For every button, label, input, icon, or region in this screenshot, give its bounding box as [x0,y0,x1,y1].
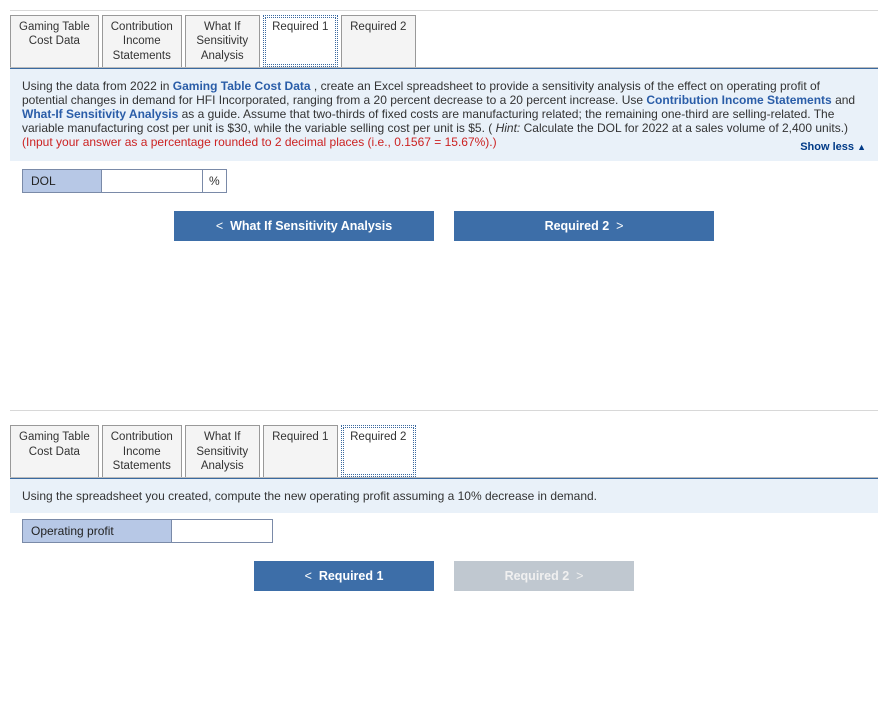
answer-input-wrap [102,169,203,193]
tab-required-1[interactable]: Required 1 [263,425,338,477]
hint-text: Calculate the DOL for 2022 at a sales vo… [524,121,848,135]
next-button-label: Required 2 [505,569,570,583]
next-button-label: Required 2 [545,219,610,233]
unit-percent: % [203,169,227,193]
tab-what-if-sensitivity-analysis[interactable]: What IfSensitivityAnalysis [185,15,260,67]
instruction-text: Using the data from 2022 in [22,79,173,93]
operating-profit-input[interactable] [172,520,272,542]
tab-gaming-table-cost-data[interactable]: Gaming TableCost Data [10,15,99,67]
input-format-note: (Input your answer as a percentage round… [22,135,497,149]
link-gaming-table-cost-data[interactable]: Gaming Table Cost Data [173,79,311,93]
tab-bar: Gaming TableCost Data ContributionIncome… [10,421,878,478]
tab-required-1[interactable]: Required 1 [263,15,338,67]
link-what-if-sensitivity-analysis[interactable]: What-If Sensitivity Analysis [22,107,178,121]
section-divider [10,271,878,411]
chevron-left-icon: < [305,569,312,583]
link-contribution-income-statements[interactable]: Contribution Income Statements [646,93,831,107]
instruction-text: Using the spreadsheet you created, compu… [22,489,597,503]
tab-what-if-sensitivity-analysis[interactable]: What IfSensitivityAnalysis [185,425,260,477]
prev-button-label: Required 1 [319,569,384,583]
next-button: Required 2 > [454,561,634,591]
chevron-up-icon: ▲ [857,142,866,152]
question-section-2: Gaming TableCost Data ContributionIncome… [10,421,878,591]
tab-contribution-income-statements[interactable]: ContributionIncomeStatements [102,15,182,67]
instructions-panel: Using the spreadsheet you created, compu… [10,478,878,513]
tab-required-2[interactable]: Required 2 [341,15,416,67]
dol-input[interactable] [102,170,202,192]
chevron-right-icon: > [616,219,623,233]
answer-row-operating-profit: Operating profit [22,519,866,543]
answer-input-wrap [172,519,273,543]
instruction-text: and [835,93,855,107]
chevron-left-icon: < [216,219,223,233]
tab-bar: Gaming TableCost Data ContributionIncome… [10,11,878,68]
prev-button[interactable]: < What If Sensitivity Analysis [174,211,434,241]
answer-label-dol: DOL [22,169,102,193]
tab-required-2[interactable]: Required 2 [341,425,416,477]
nav-buttons: < What If Sensitivity Analysis Required … [10,211,878,241]
tab-gaming-table-cost-data[interactable]: Gaming TableCost Data [10,425,99,477]
prev-button-label: What If Sensitivity Analysis [230,219,392,233]
nav-buttons: < Required 1 Required 2 > [10,561,878,591]
question-section-1: Gaming TableCost Data ContributionIncome… [10,10,878,241]
instructions-panel: Using the data from 2022 in Gaming Table… [10,68,878,161]
hint-label: Hint: [496,121,521,135]
prev-button[interactable]: < Required 1 [254,561,434,591]
answer-row-dol: DOL % [22,169,866,193]
answer-label-operating-profit: Operating profit [22,519,172,543]
show-less-label: Show less [800,141,854,153]
next-button[interactable]: Required 2 > [454,211,714,241]
chevron-right-icon: > [576,569,583,583]
tab-contribution-income-statements[interactable]: ContributionIncomeStatements [102,425,182,477]
show-less-toggle[interactable]: Show less ▲ [800,141,866,153]
